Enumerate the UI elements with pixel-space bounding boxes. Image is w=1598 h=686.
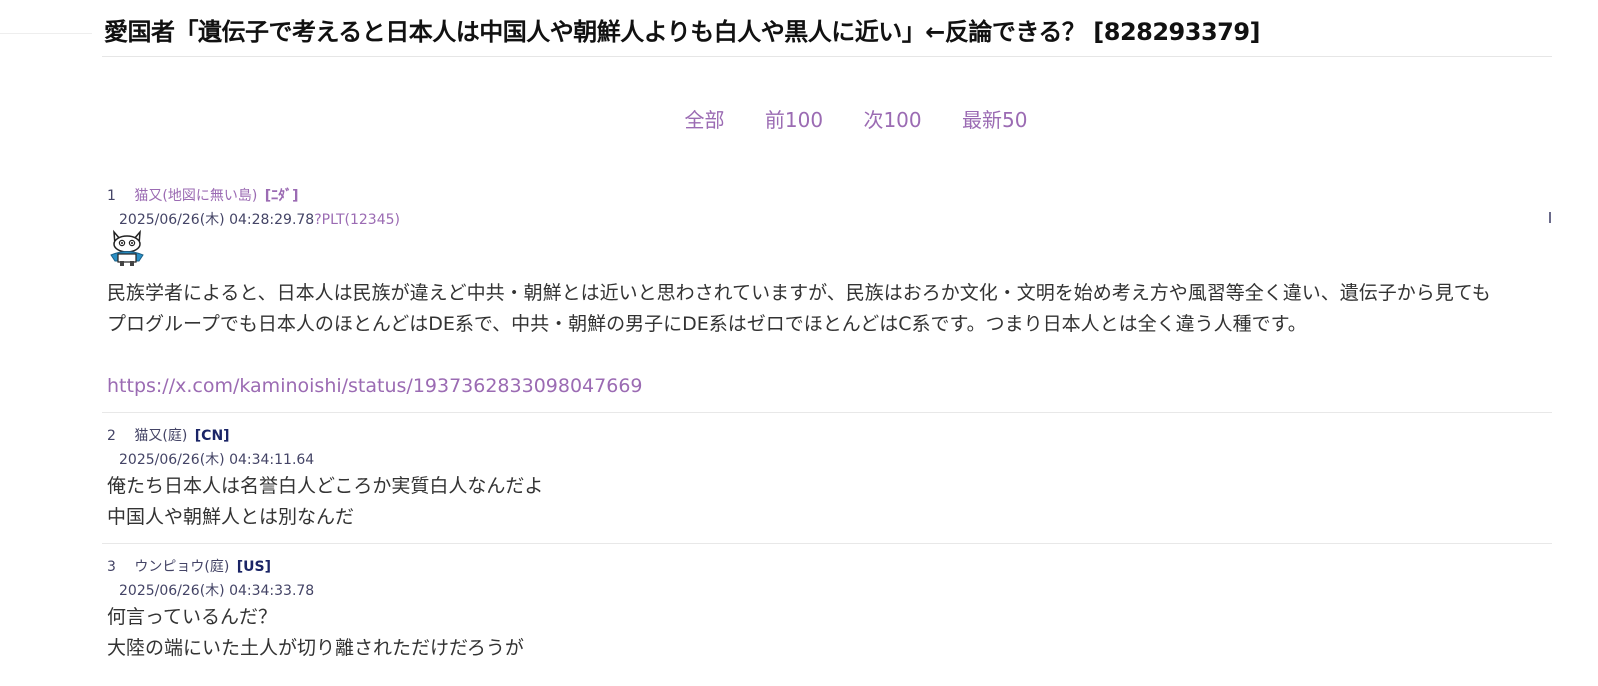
- country-code: [US]: [236, 559, 272, 575]
- country-code: [CN]: [194, 428, 230, 444]
- post-divider: [102, 543, 1552, 544]
- post-body: 何言っているんだ？ 大陸の端にいた土人が切り離されただけだろうが: [107, 602, 1598, 664]
- post-header: 1 猫又(地図に無い島) [ﾆﾀﾞ]: [107, 185, 1598, 205]
- pager-next-link[interactable]: 次100: [863, 108, 921, 132]
- post-url-link[interactable]: https://x.com/kaminoishi/status/19373628…: [107, 375, 643, 397]
- poster-name: 猫又(庭): [134, 428, 188, 444]
- post-text-line: 民族学者によると、日本人は民族が違えど中共・朝鮮とは近いと思わされていますが、民…: [107, 282, 1491, 304]
- post-text-line: 大陸の端にいた土人が切り離されただけだろうが: [107, 637, 524, 659]
- thread-title: 愛国者「遺伝子で考えると日本人は中国人や朝鮮人よりも白人や黒人に近い」←反論でき…: [104, 18, 1261, 46]
- post-number[interactable]: 1: [107, 188, 116, 204]
- post-timestamp: 2025/06/26(木) 04:34:33.78: [119, 583, 315, 599]
- post-date: 2025/06/26(木) 04:34:33.78: [119, 580, 1598, 600]
- post-number[interactable]: 2: [107, 428, 116, 444]
- country-code: [ﾆﾀﾞ]: [264, 188, 299, 204]
- post-link-wrap: https://x.com/kaminoishi/status/19373628…: [107, 371, 643, 402]
- pager-all-link[interactable]: 全部: [685, 108, 725, 132]
- post-text-line: プログループでも日本人のほとんどはDE系で、中共・朝鮮の男子にDE系はゼロでほと…: [107, 313, 1307, 335]
- post-text-line: 俺たち日本人は名誉白人どころか実質白人なんだよ: [107, 475, 544, 497]
- poster-name: ウンピョウ(庭): [134, 559, 230, 575]
- post-text-line: 中国人や朝鮮人とは別なんだ: [107, 506, 355, 528]
- post-1: 1 猫又(地図に無い島) [ﾆﾀﾞ] 2025/06/26(木) 04:28:2…: [107, 185, 1598, 229]
- poster-name-link[interactable]: 猫又(地図に無い島): [134, 188, 257, 204]
- thread-pager: 全部 前100 次100 最新50: [0, 104, 1598, 133]
- post-divider: [102, 412, 1552, 413]
- cat-icon: [110, 229, 144, 266]
- post-date: 2025/06/26(木) 04:34:11.64: [119, 449, 1598, 469]
- pager-latest-link[interactable]: 最新50: [962, 108, 1027, 132]
- poster-id: ?PLT(12345): [314, 212, 400, 228]
- post-date: 2025/06/26(木) 04:28:29.78?PLT(12345): [119, 209, 1598, 229]
- post-header: 2 猫又(庭) [CN]: [107, 425, 1598, 445]
- post-number[interactable]: 3: [107, 559, 116, 575]
- post-3: 3 ウンピョウ(庭) [US] 2025/06/26(木) 04:34:33.7…: [107, 556, 1598, 664]
- post-2: 2 猫又(庭) [CN] 2025/06/26(木) 04:34:11.64 俺…: [107, 425, 1598, 533]
- title-divider: [102, 56, 1552, 57]
- post-header: 3 ウンピョウ(庭) [US]: [107, 556, 1598, 576]
- post-text-line: 何言っているんだ？: [107, 606, 278, 628]
- thread-page: 愛国者「遺伝子で考えると日本人は中国人や朝鮮人よりも白人や黒人に近い」←反論でき…: [0, 0, 1598, 686]
- post-body: 民族学者によると、日本人は民族が違えど中共・朝鮮とは近いと思わされていますが、民…: [107, 278, 1491, 340]
- post-timestamp: 2025/06/26(木) 04:28:29.78: [119, 212, 315, 228]
- post-body: 俺たち日本人は名誉白人どころか実質白人なんだよ 中国人や朝鮮人とは別なんだ: [107, 471, 1598, 533]
- scroll-marker: [1549, 212, 1551, 223]
- top-left-divider: [0, 33, 92, 34]
- post-timestamp: 2025/06/26(木) 04:34:11.64: [119, 452, 315, 468]
- pager-prev-link[interactable]: 前100: [765, 108, 823, 132]
